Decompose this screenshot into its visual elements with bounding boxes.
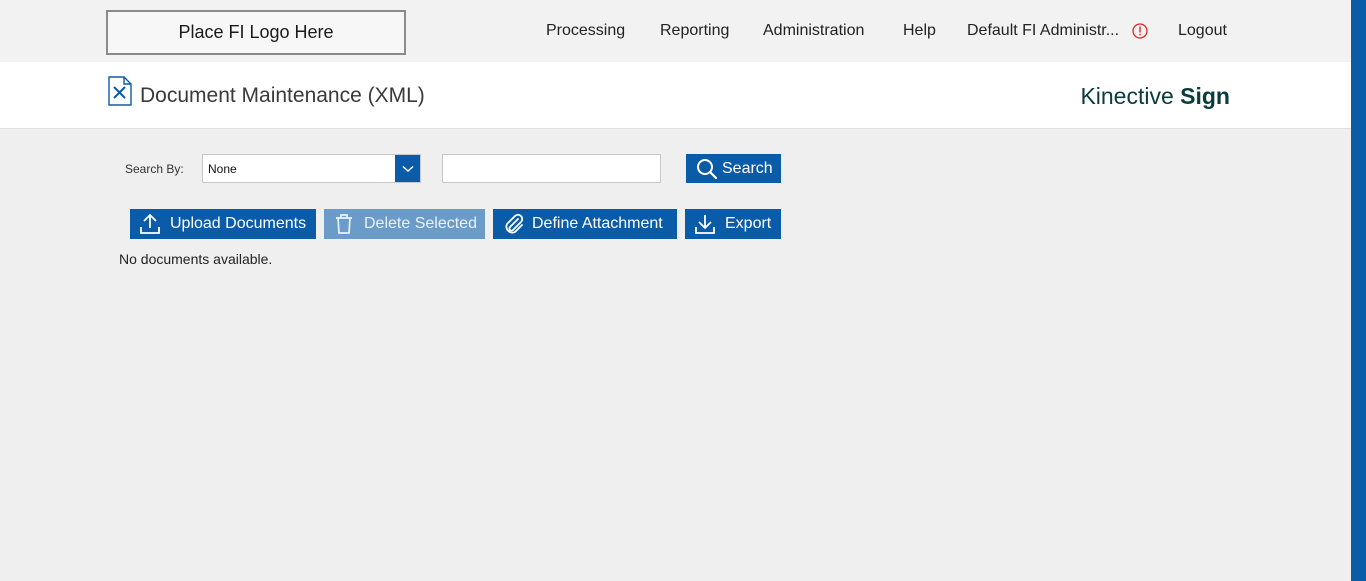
upload-documents-button[interactable]: Upload Documents: [130, 209, 316, 239]
search-button[interactable]: Search: [686, 154, 781, 183]
delete-selected-button[interactable]: Delete Selected: [324, 209, 485, 239]
upload-icon: [140, 213, 160, 234]
paperclip-icon: [505, 213, 524, 234]
define-attachment-label: Define Attachment: [532, 215, 663, 232]
nav-user-menu[interactable]: Default FI Administr...: [967, 22, 1119, 40]
download-icon: [695, 215, 715, 234]
top-navigation-bar: Place FI Logo Here Processing Reporting …: [0, 0, 1351, 62]
page-title: Document Maintenance (XML): [140, 84, 425, 107]
search-button-label: Search: [722, 159, 773, 177]
nav-processing[interactable]: Processing: [546, 22, 625, 40]
empty-state-message: No documents available.: [119, 251, 273, 267]
nav-help[interactable]: Help: [903, 22, 936, 40]
upload-documents-label: Upload Documents: [170, 215, 307, 232]
alert-icon[interactable]: [1132, 23, 1148, 39]
export-button[interactable]: Export: [685, 209, 781, 239]
search-by-label: Search By:: [125, 162, 184, 176]
trash-icon: [336, 214, 352, 234]
brand-light: Kinective: [1080, 83, 1181, 109]
nav-administration[interactable]: Administration: [763, 22, 864, 40]
delete-selected-label: Delete Selected: [364, 215, 477, 232]
vertical-scrollbar[interactable]: [1351, 0, 1366, 581]
brand-bold: Sign: [1180, 83, 1230, 109]
logo-placeholder: Place FI Logo Here: [106, 10, 406, 55]
page-header: Document Maintenance (XML) Kinective Sig…: [0, 62, 1351, 129]
nav-reporting[interactable]: Reporting: [660, 22, 729, 40]
dropdown-arrow-button[interactable]: [395, 155, 420, 182]
chevron-down-icon: [401, 165, 414, 172]
logo-text: Place FI Logo Here: [178, 22, 334, 42]
brand-wordmark: Kinective Sign: [1080, 83, 1230, 110]
search-icon: [697, 158, 718, 179]
search-by-value: None: [208, 162, 237, 176]
define-attachment-button[interactable]: Define Attachment: [493, 209, 677, 239]
search-input[interactable]: [442, 154, 661, 183]
document-tools-icon: [108, 76, 132, 106]
search-by-select[interactable]: None: [202, 154, 421, 183]
export-label: Export: [725, 215, 772, 232]
nav-logout[interactable]: Logout: [1178, 22, 1227, 40]
